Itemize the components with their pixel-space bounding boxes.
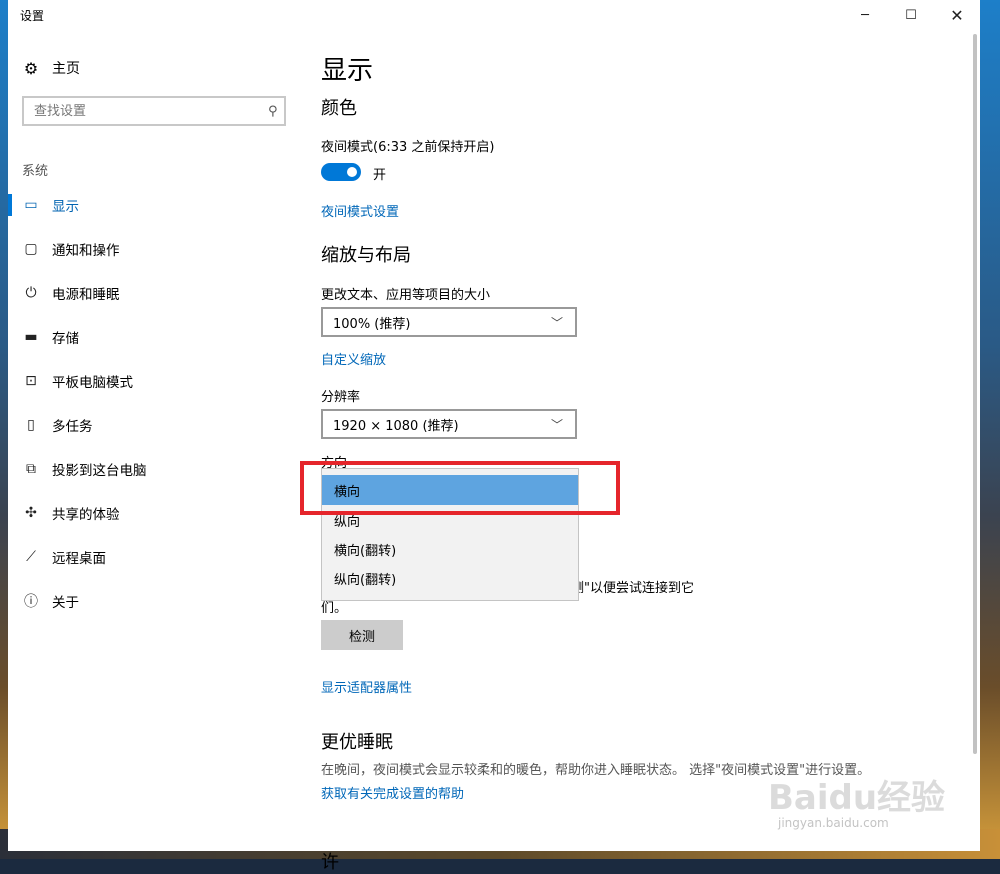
- resolution-label: 分辨率: [321, 390, 361, 405]
- sleep-heading: 更优睡眠: [321, 732, 393, 753]
- search-box[interactable]: ⚲: [22, 96, 286, 126]
- night-mode-label: 夜间模式(6:33 之前保持开启): [321, 140, 495, 155]
- sidebar-item-display[interactable]: ▭ 显示: [8, 190, 298, 220]
- sidebar-item-remote[interactable]: ⟋ 远程桌面: [8, 542, 298, 572]
- remote-desktop-icon: ⟋: [26, 549, 36, 565]
- section-label-system: 系统: [22, 164, 49, 179]
- page-title: 显示: [321, 56, 374, 86]
- search-icon[interactable]: ⚲: [262, 104, 284, 119]
- cutoff-heading: 许: [321, 852, 339, 873]
- detect-button[interactable]: 检测: [321, 620, 403, 650]
- orientation-option-portrait-flipped[interactable]: 纵向(翻转): [322, 563, 578, 593]
- size-select-value: 100% (推荐): [333, 316, 411, 332]
- sidebar-item-shared[interactable]: ✣ 共享的体验: [8, 498, 298, 528]
- home-nav[interactable]: ⚙ 主页: [22, 58, 80, 78]
- sidebar-item-label: 存储: [52, 331, 79, 347]
- sidebar-item-label: 通知和操作: [52, 243, 120, 259]
- help-link[interactable]: 获取有关完成设置的帮助: [321, 783, 464, 802]
- tablet-icon: ⊡: [25, 373, 37, 389]
- watermark: Baidu经验 jingyan.baidu.com: [768, 760, 968, 840]
- sidebar-item-label: 多任务: [52, 419, 93, 435]
- sidebar-item-tablet[interactable]: ⊡ 平板电脑模式: [8, 366, 298, 396]
- multitask-icon: ▯: [27, 417, 35, 433]
- watermark-logo: Baidu经验: [768, 778, 946, 818]
- sidebar-item-label: 显示: [52, 199, 79, 215]
- active-indicator: [8, 194, 12, 216]
- sidebar-item-label: 投影到这台电脑: [52, 463, 147, 479]
- adapter-properties-link[interactable]: 显示适配器属性: [321, 677, 412, 696]
- sidebar-item-power[interactable]: ⏻ 电源和睡眠: [8, 278, 298, 308]
- sidebar-item-label: 共享的体验: [52, 507, 120, 523]
- settings-window: 设置 ─ ☐ ✕ ⚙ 主页 ⚲ 系统 ▭ 显示 ▢ 通知和操作 ⏻ 电源和睡眠 …: [8, 0, 980, 851]
- red-highlight-annotation: [300, 461, 620, 515]
- sidebar-item-notifications[interactable]: ▢ 通知和操作: [8, 234, 298, 264]
- resolution-select[interactable]: 1920 × 1080 (推荐) ﹀: [321, 409, 577, 439]
- project-icon: ⧉: [26, 461, 36, 477]
- minimize-button[interactable]: ─: [842, 0, 888, 30]
- close-button[interactable]: ✕: [934, 0, 980, 30]
- sidebar-item-storage[interactable]: ▬ 存储: [8, 322, 298, 352]
- chevron-down-icon: ﹀: [550, 315, 563, 330]
- color-heading: 颜色: [321, 98, 357, 119]
- sidebar-item-label: 远程桌面: [52, 551, 106, 567]
- sidebar-item-label: 关于: [52, 595, 79, 611]
- info-icon: ⓘ: [24, 594, 38, 610]
- gear-icon: ⚙: [23, 58, 39, 78]
- sidebar-item-multitask[interactable]: ▯ 多任务: [8, 410, 298, 440]
- night-mode-toggle[interactable]: [321, 163, 361, 181]
- search-input[interactable]: [32, 102, 262, 120]
- share-icon: ✣: [25, 505, 37, 521]
- size-label: 更改文本、应用等项目的大小: [321, 288, 491, 303]
- sidebar-item-label: 电源和睡眠: [52, 287, 120, 303]
- custom-scale-link[interactable]: 自定义缩放: [321, 349, 386, 368]
- resolution-select-value: 1920 × 1080 (推荐): [333, 418, 459, 434]
- orientation-option-landscape-flipped[interactable]: 横向(翻转): [322, 534, 578, 564]
- toggle-knob: [347, 167, 357, 177]
- content-area: 显示 颜色 夜间模式(6:33 之前保持开启) 开 夜间模式设置 缩放与布局 更…: [321, 30, 980, 851]
- desktop-background-right: [980, 0, 1000, 859]
- home-label: 主页: [52, 61, 80, 77]
- storage-icon: ▬: [24, 329, 38, 345]
- window-title: 设置: [20, 9, 45, 23]
- size-select[interactable]: 100% (推荐) ﹀: [321, 307, 577, 337]
- sidebar-item-label: 平板电脑模式: [52, 375, 133, 391]
- night-mode-settings-link[interactable]: 夜间模式设置: [321, 201, 399, 220]
- power-icon: ⏻: [25, 285, 37, 301]
- option-label: 横向(翻转): [334, 543, 397, 559]
- scale-heading: 缩放与布局: [321, 245, 411, 266]
- scrollbar-thumb[interactable]: [973, 34, 977, 754]
- option-label: 纵向(翻转): [334, 572, 397, 588]
- watermark-url: jingyan.baidu.com: [778, 816, 889, 830]
- toggle-state-label: 开: [373, 168, 387, 183]
- sidebar-item-project[interactable]: ⧉ 投影到这台电脑: [8, 454, 298, 484]
- sidebar: ⚙ 主页 ⚲ 系统 ▭ 显示 ▢ 通知和操作 ⏻ 电源和睡眠 ▬ 存储 ⊡ 平板…: [8, 30, 308, 851]
- vertical-scrollbar[interactable]: [968, 30, 980, 851]
- chevron-down-icon: ﹀: [550, 417, 563, 432]
- maximize-button[interactable]: ☐: [888, 0, 934, 30]
- sidebar-item-about[interactable]: ⓘ 关于: [8, 586, 298, 616]
- title-bar: 设置 ─ ☐ ✕: [8, 0, 980, 30]
- monitor-icon: ▭: [24, 197, 38, 213]
- notification-icon: ▢: [24, 241, 38, 257]
